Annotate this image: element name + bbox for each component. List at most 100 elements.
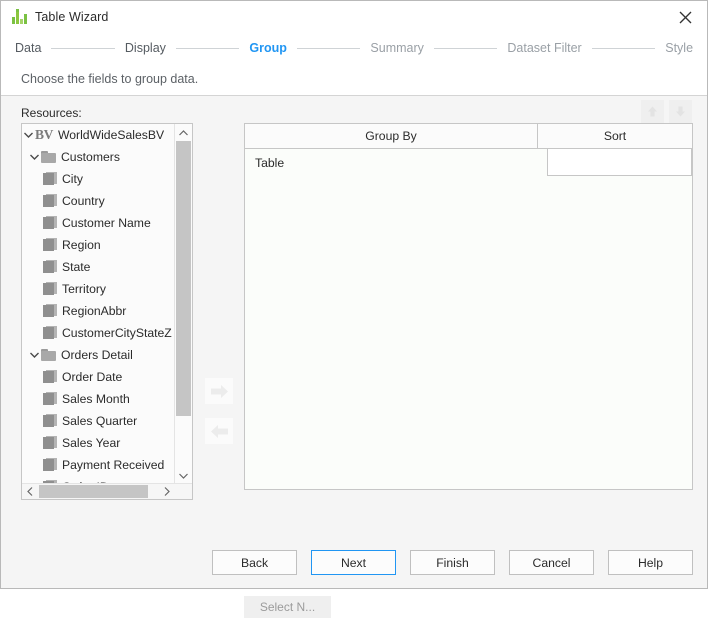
cancel-button[interactable]: Cancel	[509, 550, 594, 575]
folder-icon	[41, 349, 56, 361]
field-icon	[43, 238, 57, 252]
table-row[interactable]: Table	[245, 149, 692, 176]
column-header-sort[interactable]: Sort	[538, 124, 692, 148]
cell-sort[interactable]	[547, 149, 692, 176]
field-icon	[43, 436, 57, 450]
tree-field-customer-name[interactable]: Customer Name	[22, 212, 175, 234]
grid-header-row: Group By Sort	[245, 124, 692, 149]
tree-field-state[interactable]: State	[22, 256, 175, 278]
tree-field-sales-month[interactable]: Sales Month	[22, 388, 175, 410]
transfer-buttons	[205, 378, 233, 444]
field-icon	[43, 458, 57, 472]
tree-folder-customers[interactable]: Customers	[22, 146, 175, 168]
tree-field-sales-year[interactable]: Sales Year	[22, 432, 175, 454]
tree-item-label: WorldWideSalesBV	[58, 128, 164, 142]
chevron-down-icon[interactable]	[22, 132, 35, 138]
tree-item-label: Country	[62, 194, 105, 208]
remove-field-button[interactable]	[205, 418, 233, 444]
step-connector	[297, 48, 361, 49]
tree-item-label: Sales Quarter	[62, 414, 137, 428]
field-icon	[43, 326, 57, 340]
step-display[interactable]: Display	[125, 41, 166, 55]
tree-item-label: State	[62, 260, 90, 274]
scroll-up-icon[interactable]	[175, 124, 192, 141]
step-data[interactable]: Data	[15, 41, 41, 55]
chevron-down-icon[interactable]	[28, 154, 41, 160]
resources-label: Resources:	[21, 106, 82, 120]
move-up-button[interactable]	[641, 100, 664, 123]
scroll-left-icon[interactable]	[22, 484, 38, 499]
next-button[interactable]: Next	[311, 550, 396, 575]
field-icon	[43, 392, 57, 406]
tree-vertical-scrollbar[interactable]	[174, 124, 192, 484]
tree-field-region[interactable]: Region	[22, 234, 175, 256]
folder-icon	[41, 151, 56, 163]
footer-buttons: Back Next Finish Cancel Help	[212, 550, 693, 575]
add-field-button[interactable]	[205, 378, 233, 404]
tree-vertical-scroll-thumb[interactable]	[176, 141, 191, 416]
tree-field-payment-received[interactable]: Payment Received	[22, 454, 175, 476]
tree-item-label: Sales Year	[62, 436, 120, 450]
cell-group-by[interactable]: Table	[245, 149, 547, 176]
step-connector	[434, 48, 498, 49]
column-header-group-by[interactable]: Group By	[245, 124, 538, 148]
step-connector	[176, 48, 240, 49]
arrow-up-icon	[646, 105, 659, 118]
tree-field-territory[interactable]: Territory	[22, 278, 175, 300]
step-description: Choose the fields to group data.	[1, 63, 707, 96]
tree-field-order-date[interactable]: Order Date	[22, 366, 175, 388]
wizard-steps: Data Display Group Summary Dataset Filte…	[1, 33, 707, 63]
tree-folder-orders-detail[interactable]: Orders Detail	[22, 344, 175, 366]
select-n-button[interactable]: Select N...	[244, 596, 331, 618]
table-wizard-window: Table Wizard Data Display Group Summary …	[0, 0, 708, 589]
field-icon	[43, 304, 57, 318]
arrow-down-icon	[674, 105, 687, 118]
bar-chart-icon	[11, 9, 27, 25]
order-buttons	[641, 100, 692, 123]
tree-item-label: Territory	[62, 282, 106, 296]
step-summary[interactable]: Summary	[370, 41, 423, 55]
tree-field-customercitystatez[interactable]: CustomerCityStateZ	[22, 322, 175, 344]
field-icon	[43, 282, 57, 296]
chevron-down-icon[interactable]	[28, 352, 41, 358]
tree-horizontal-scroll-thumb[interactable]	[39, 485, 148, 498]
tree-field-regionabbr[interactable]: RegionAbbr	[22, 300, 175, 322]
wizard-body: Resources: BV WorldWideSalesBV Customers Ci…	[1, 96, 707, 588]
finish-button[interactable]: Finish	[410, 550, 495, 575]
tree-item-root[interactable]: BV WorldWideSalesBV	[22, 124, 175, 146]
field-icon	[43, 216, 57, 230]
step-connector	[51, 48, 115, 49]
scroll-right-icon[interactable]	[159, 484, 175, 499]
tree-field-city[interactable]: City	[22, 168, 175, 190]
close-icon[interactable]	[663, 1, 707, 33]
resources-tree[interactable]: BV WorldWideSalesBV Customers City Country Cu…	[22, 124, 175, 484]
field-icon	[43, 414, 57, 428]
field-icon	[43, 172, 57, 186]
group-by-grid: Group By Sort Table	[244, 123, 693, 490]
tree-item-label: City	[62, 172, 83, 186]
tree-item-label: Customer Name	[62, 216, 151, 230]
arrow-left-icon	[210, 424, 229, 439]
tree-item-label: Payment Received	[62, 458, 164, 472]
step-style[interactable]: Style	[665, 41, 693, 55]
step-connector	[592, 48, 656, 49]
move-down-button[interactable]	[669, 100, 692, 123]
field-icon	[43, 194, 57, 208]
help-button[interactable]: Help	[608, 550, 693, 575]
field-icon	[43, 260, 57, 274]
tree-item-label: Order Date	[62, 370, 122, 384]
tree-item-label: Customers	[61, 150, 120, 164]
tree-item-label: RegionAbbr	[62, 304, 126, 318]
step-dataset-filter[interactable]: Dataset Filter	[507, 41, 581, 55]
scroll-down-icon[interactable]	[175, 467, 192, 484]
tree-field-country[interactable]: Country	[22, 190, 175, 212]
tree-horizontal-scrollbar[interactable]	[22, 483, 192, 499]
tree-field-sales-quarter[interactable]: Sales Quarter	[22, 410, 175, 432]
tree-item-label: Region	[62, 238, 101, 252]
back-button[interactable]: Back	[212, 550, 297, 575]
business-view-icon: BV	[35, 127, 53, 143]
tree-item-label: CustomerCityStateZ	[62, 326, 172, 340]
tree-item-label: Sales Month	[62, 392, 130, 406]
tree-item-label: Orders Detail	[61, 348, 133, 362]
step-group[interactable]: Group	[249, 41, 287, 55]
